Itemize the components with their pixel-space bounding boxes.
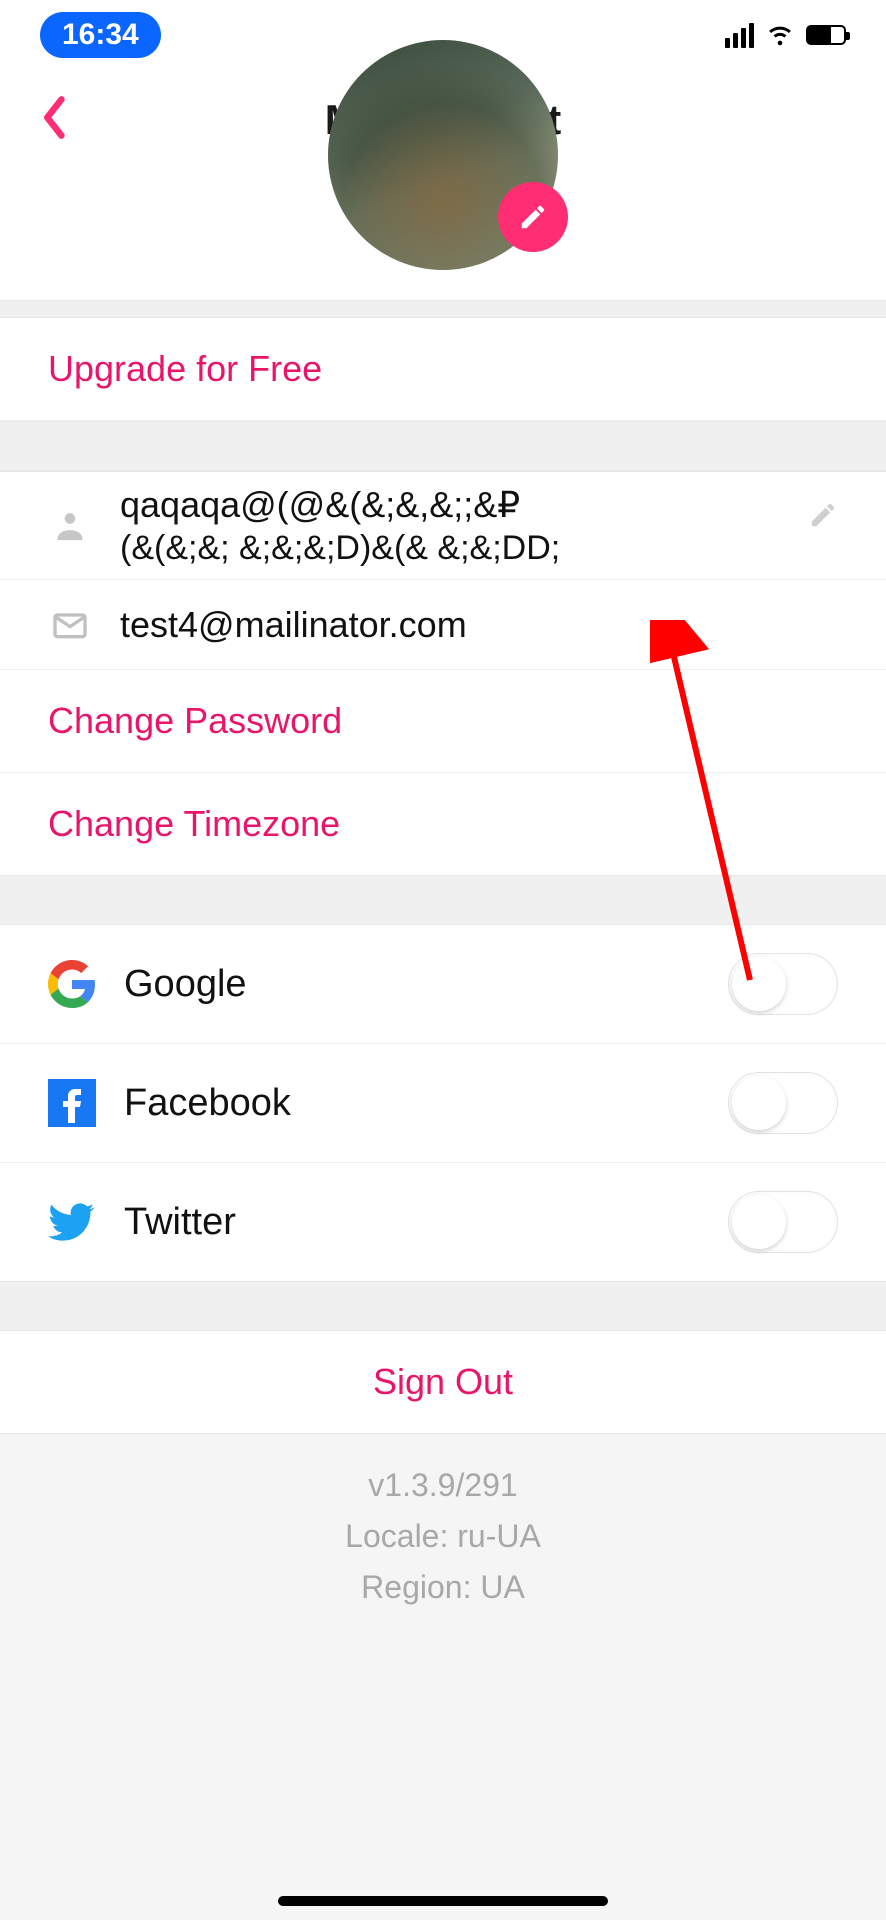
pencil-icon: [518, 202, 548, 232]
twitter-row[interactable]: Twitter: [0, 1163, 886, 1281]
change-password-button[interactable]: Change Password: [0, 670, 886, 773]
facebook-row[interactable]: Facebook: [0, 1044, 886, 1163]
status-icons: [725, 19, 846, 52]
region-text: Region: UA: [0, 1562, 886, 1613]
locale-text: Locale: ru-UA: [0, 1511, 886, 1562]
twitter-label: Twitter: [124, 1201, 700, 1244]
battery-icon: [806, 25, 846, 45]
facebook-label: Facebook: [124, 1082, 700, 1125]
status-time: 16:34: [40, 12, 161, 58]
home-indicator: [278, 1896, 608, 1906]
twitter-toggle[interactable]: [728, 1191, 838, 1253]
google-row[interactable]: Google: [0, 925, 886, 1044]
google-toggle[interactable]: [728, 953, 838, 1015]
username-row[interactable]: qaqaqa@(@&(&;&,&;;&₽ (&(&;&; &;&;&;D)&(&…: [0, 472, 886, 580]
cellular-signal-icon: [725, 23, 754, 48]
pencil-icon: [808, 500, 838, 530]
version-text: v1.3.9/291: [0, 1460, 886, 1511]
email-row: test4@mailinator.com: [0, 580, 886, 670]
wifi-icon: [766, 19, 794, 52]
edit-username-button[interactable]: [808, 500, 838, 535]
twitter-icon: [48, 1198, 96, 1246]
upgrade-for-free-button[interactable]: Upgrade for Free: [0, 318, 886, 421]
google-label: Google: [124, 963, 700, 1006]
facebook-toggle[interactable]: [728, 1072, 838, 1134]
avatar-section: [0, 170, 886, 300]
mail-icon: [48, 605, 92, 645]
username-line2: (&(&;&; &;&;&;D)&(& &;&;DD;: [120, 527, 838, 570]
username-line1: qaqaqa@(@&(&;&,&;;&₽: [120, 482, 838, 527]
back-button[interactable]: [40, 96, 70, 145]
email-text: test4@mailinator.com: [120, 602, 838, 647]
edit-avatar-button[interactable]: [498, 182, 568, 252]
footer: v1.3.9/291 Locale: ru-UA Region: UA: [0, 1434, 886, 1674]
person-icon: [48, 506, 92, 546]
sign-out-button[interactable]: Sign Out: [0, 1331, 886, 1433]
username-text: qaqaqa@(@&(&;&,&;;&₽ (&(&;&; &;&;&;D)&(&…: [120, 482, 838, 570]
google-icon: [48, 960, 96, 1008]
facebook-icon: [48, 1079, 96, 1127]
change-timezone-button[interactable]: Change Timezone: [0, 773, 886, 875]
